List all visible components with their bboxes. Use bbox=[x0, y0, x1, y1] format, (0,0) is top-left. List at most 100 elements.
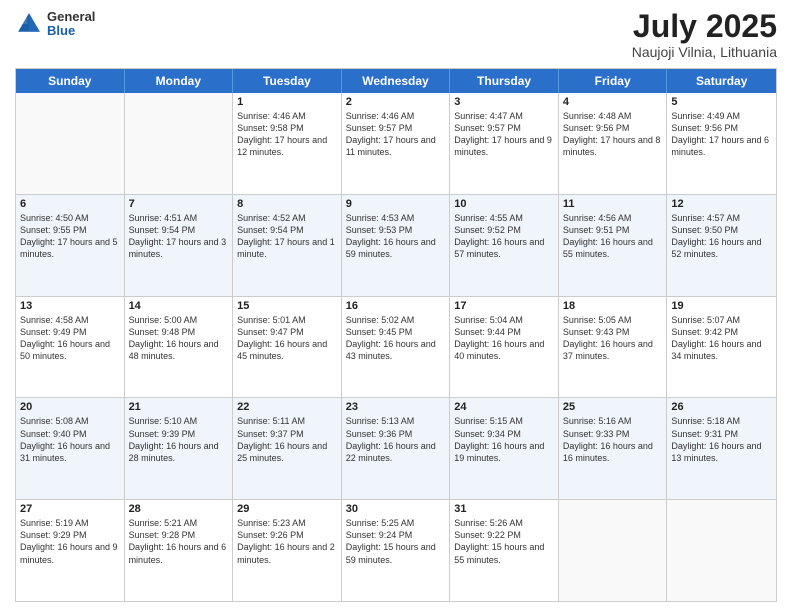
header-day-wednesday: Wednesday bbox=[342, 69, 451, 93]
calendar-cell: 13 Sunrise: 4:58 AM Sunset: 9:49 PM Dayli… bbox=[16, 297, 125, 398]
logo-general: General bbox=[47, 10, 95, 24]
calendar-cell: 30 Sunrise: 5:25 AM Sunset: 9:24 PM Dayli… bbox=[342, 500, 451, 601]
day-info: Sunrise: 5:02 AM Sunset: 9:45 PM Dayligh… bbox=[346, 314, 446, 363]
calendar-cell: 22 Sunrise: 5:11 AM Sunset: 9:37 PM Dayli… bbox=[233, 398, 342, 499]
title-block: July 2025 Naujoji Vilnia, Lithuania bbox=[632, 10, 777, 60]
calendar-cell: 9Sunrise: 4:53 AM Sunset: 9:53 PM Daylig… bbox=[342, 195, 451, 296]
day-info: Sunrise: 5:08 AM Sunset: 9:40 PM Dayligh… bbox=[20, 415, 120, 464]
calendar-cell: 11 Sunrise: 4:56 AM Sunset: 9:51 PM Dayli… bbox=[559, 195, 668, 296]
day-number: 14 bbox=[129, 300, 229, 312]
calendar-row-4: 27Sunrise: 5:19 AM Sunset: 9:29 PM Dayli… bbox=[16, 499, 776, 601]
day-info: Sunrise: 4:53 AM Sunset: 9:53 PM Dayligh… bbox=[346, 212, 446, 261]
calendar-cell: 25 Sunrise: 5:16 AM Sunset: 9:33 PM Dayli… bbox=[559, 398, 668, 499]
calendar-cell: 28 Sunrise: 5:21 AM Sunset: 9:28 PM Dayli… bbox=[125, 500, 234, 601]
calendar: SundayMondayTuesdayWednesdayThursdayFrid… bbox=[15, 68, 777, 602]
day-number: 29 bbox=[237, 503, 337, 515]
calendar-cell: 19Sunrise: 5:07 AM Sunset: 9:42 PM Dayli… bbox=[667, 297, 776, 398]
day-number: 24 bbox=[454, 401, 554, 413]
calendar-header: SundayMondayTuesdayWednesdayThursdayFrid… bbox=[16, 69, 776, 93]
day-info: Sunrise: 4:51 AM Sunset: 9:54 PM Dayligh… bbox=[129, 212, 229, 261]
calendar-cell: 7 Sunrise: 4:51 AM Sunset: 9:54 PM Daylig… bbox=[125, 195, 234, 296]
day-info: Sunrise: 4:56 AM Sunset: 9:51 PM Dayligh… bbox=[563, 212, 663, 261]
calendar-cell bbox=[559, 500, 668, 601]
header-day-monday: Monday bbox=[125, 69, 234, 93]
day-number: 1 bbox=[237, 96, 337, 108]
calendar-cell: 16 Sunrise: 5:02 AM Sunset: 9:45 PM Dayli… bbox=[342, 297, 451, 398]
calendar-cell: 29Sunrise: 5:23 AM Sunset: 9:26 PM Dayli… bbox=[233, 500, 342, 601]
page: General Blue July 2025 Naujoji Vilnia, L… bbox=[0, 0, 792, 612]
day-info: Sunrise: 5:01 AM Sunset: 9:47 PM Dayligh… bbox=[237, 314, 337, 363]
day-info: Sunrise: 5:00 AM Sunset: 9:48 PM Dayligh… bbox=[129, 314, 229, 363]
day-number: 12 bbox=[671, 198, 772, 210]
title-month: July 2025 bbox=[632, 10, 777, 42]
day-info: Sunrise: 5:18 AM Sunset: 9:31 PM Dayligh… bbox=[671, 415, 772, 464]
day-info: Sunrise: 5:04 AM Sunset: 9:44 PM Dayligh… bbox=[454, 314, 554, 363]
day-info: Sunrise: 5:05 AM Sunset: 9:43 PM Dayligh… bbox=[563, 314, 663, 363]
calendar-cell: 10 Sunrise: 4:55 AM Sunset: 9:52 PM Dayli… bbox=[450, 195, 559, 296]
day-number: 6 bbox=[20, 198, 120, 210]
day-info: Sunrise: 4:47 AM Sunset: 9:57 PM Dayligh… bbox=[454, 110, 554, 159]
day-info: Sunrise: 4:55 AM Sunset: 9:52 PM Dayligh… bbox=[454, 212, 554, 261]
day-number: 15 bbox=[237, 300, 337, 312]
day-number: 23 bbox=[346, 401, 446, 413]
calendar-cell: 20 Sunrise: 5:08 AM Sunset: 9:40 PM Dayli… bbox=[16, 398, 125, 499]
day-info: Sunrise: 5:25 AM Sunset: 9:24 PM Dayligh… bbox=[346, 517, 446, 566]
calendar-cell: 24Sunrise: 5:15 AM Sunset: 9:34 PM Dayli… bbox=[450, 398, 559, 499]
day-number: 28 bbox=[129, 503, 229, 515]
day-info: Sunrise: 5:19 AM Sunset: 9:29 PM Dayligh… bbox=[20, 517, 120, 566]
day-info: Sunrise: 4:49 AM Sunset: 9:56 PM Dayligh… bbox=[671, 110, 772, 159]
calendar-row-1: 6 Sunrise: 4:50 AM Sunset: 9:55 PM Daylig… bbox=[16, 194, 776, 296]
day-info: Sunrise: 4:50 AM Sunset: 9:55 PM Dayligh… bbox=[20, 212, 120, 261]
logo-blue: Blue bbox=[47, 24, 95, 38]
calendar-cell: 31 Sunrise: 5:26 AM Sunset: 9:22 PM Dayli… bbox=[450, 500, 559, 601]
day-number: 10 bbox=[454, 198, 554, 210]
day-info: Sunrise: 4:46 AM Sunset: 9:58 PM Dayligh… bbox=[237, 110, 337, 159]
calendar-cell: 17 Sunrise: 5:04 AM Sunset: 9:44 PM Dayli… bbox=[450, 297, 559, 398]
day-number: 31 bbox=[454, 503, 554, 515]
calendar-cell: 5 Sunrise: 4:49 AM Sunset: 9:56 PM Daylig… bbox=[667, 93, 776, 194]
day-info: Sunrise: 5:21 AM Sunset: 9:28 PM Dayligh… bbox=[129, 517, 229, 566]
calendar-cell: 4Sunrise: 4:48 AM Sunset: 9:56 PM Daylig… bbox=[559, 93, 668, 194]
calendar-cell: 14 Sunrise: 5:00 AM Sunset: 9:48 PM Dayli… bbox=[125, 297, 234, 398]
day-info: Sunrise: 5:13 AM Sunset: 9:36 PM Dayligh… bbox=[346, 415, 446, 464]
day-info: Sunrise: 4:57 AM Sunset: 9:50 PM Dayligh… bbox=[671, 212, 772, 261]
header-day-thursday: Thursday bbox=[450, 69, 559, 93]
calendar-cell bbox=[16, 93, 125, 194]
header-day-sunday: Sunday bbox=[16, 69, 125, 93]
header-day-saturday: Saturday bbox=[667, 69, 776, 93]
calendar-cell: 27Sunrise: 5:19 AM Sunset: 9:29 PM Dayli… bbox=[16, 500, 125, 601]
day-number: 26 bbox=[671, 401, 772, 413]
calendar-cell bbox=[125, 93, 234, 194]
day-info: Sunrise: 5:16 AM Sunset: 9:33 PM Dayligh… bbox=[563, 415, 663, 464]
day-info: Sunrise: 5:10 AM Sunset: 9:39 PM Dayligh… bbox=[129, 415, 229, 464]
day-info: Sunrise: 5:11 AM Sunset: 9:37 PM Dayligh… bbox=[237, 415, 337, 464]
calendar-cell: 23 Sunrise: 5:13 AM Sunset: 9:36 PM Dayli… bbox=[342, 398, 451, 499]
calendar-cell: 21Sunrise: 5:10 AM Sunset: 9:39 PM Dayli… bbox=[125, 398, 234, 499]
day-info: Sunrise: 5:26 AM Sunset: 9:22 PM Dayligh… bbox=[454, 517, 554, 566]
calendar-cell: 6 Sunrise: 4:50 AM Sunset: 9:55 PM Daylig… bbox=[16, 195, 125, 296]
day-info: Sunrise: 4:58 AM Sunset: 9:49 PM Dayligh… bbox=[20, 314, 120, 363]
calendar-cell: 2 Sunrise: 4:46 AM Sunset: 9:57 PM Daylig… bbox=[342, 93, 451, 194]
header-day-friday: Friday bbox=[559, 69, 668, 93]
day-number: 7 bbox=[129, 198, 229, 210]
calendar-row-3: 20 Sunrise: 5:08 AM Sunset: 9:40 PM Dayli… bbox=[16, 397, 776, 499]
day-number: 11 bbox=[563, 198, 663, 210]
day-number: 30 bbox=[346, 503, 446, 515]
day-number: 25 bbox=[563, 401, 663, 413]
day-number: 20 bbox=[20, 401, 120, 413]
calendar-cell: 26 Sunrise: 5:18 AM Sunset: 9:31 PM Dayli… bbox=[667, 398, 776, 499]
day-number: 4 bbox=[563, 96, 663, 108]
logo: General Blue bbox=[15, 10, 95, 39]
day-number: 22 bbox=[237, 401, 337, 413]
day-info: Sunrise: 4:46 AM Sunset: 9:57 PM Dayligh… bbox=[346, 110, 446, 159]
day-number: 17 bbox=[454, 300, 554, 312]
day-number: 18 bbox=[563, 300, 663, 312]
day-number: 13 bbox=[20, 300, 120, 312]
day-number: 3 bbox=[454, 96, 554, 108]
day-number: 8 bbox=[237, 198, 337, 210]
calendar-body: 1 Sunrise: 4:46 AM Sunset: 9:58 PM Daylig… bbox=[16, 93, 776, 601]
day-number: 16 bbox=[346, 300, 446, 312]
day-number: 5 bbox=[671, 96, 772, 108]
day-info: Sunrise: 5:07 AM Sunset: 9:42 PM Dayligh… bbox=[671, 314, 772, 363]
day-number: 2 bbox=[346, 96, 446, 108]
